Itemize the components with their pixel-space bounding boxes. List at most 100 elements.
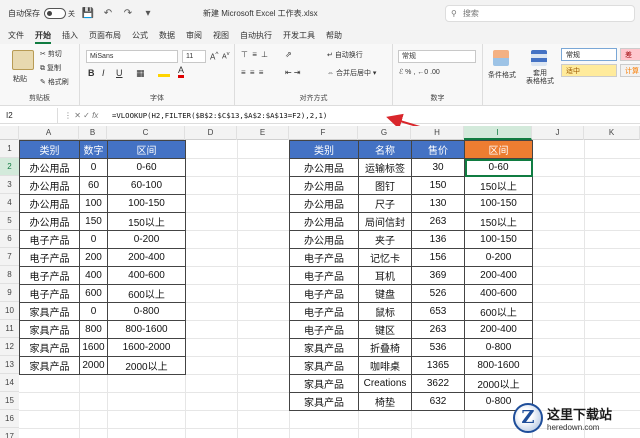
right-table-cell[interactable]: 0-800: [464, 338, 533, 357]
right-table-cell[interactable]: 咖啡桌: [358, 356, 412, 375]
right-header-price[interactable]: 售价: [411, 140, 465, 159]
right-table-cell[interactable]: 家具产品: [289, 356, 359, 375]
right-table-cell[interactable]: 526: [411, 284, 465, 303]
row-header-6[interactable]: 6: [0, 230, 19, 248]
right-table-cell[interactable]: 3622: [411, 374, 465, 393]
left-table-cell[interactable]: 600: [79, 284, 108, 303]
left-table-cell[interactable]: 0: [79, 230, 108, 249]
left-header-category[interactable]: 类别: [19, 140, 80, 159]
right-header-range[interactable]: 区间: [464, 140, 533, 159]
right-table-cell[interactable]: 办公用品: [289, 212, 359, 231]
row-header-1[interactable]: 1: [0, 140, 19, 158]
right-table-cell[interactable]: 耳机: [358, 266, 412, 285]
row-header-16[interactable]: 16: [0, 410, 19, 428]
right-table-cell[interactable]: 100-150: [464, 230, 533, 249]
right-table-cell[interactable]: 130: [411, 194, 465, 213]
right-table-cell[interactable]: 尺子: [358, 194, 412, 213]
right-table-cell[interactable]: 办公用品: [289, 158, 359, 177]
right-table-cell[interactable]: 键盘: [358, 284, 412, 303]
row-header-3[interactable]: 3: [0, 176, 19, 194]
right-table-cell[interactable]: 办公用品: [289, 176, 359, 195]
row-header-15[interactable]: 15: [0, 392, 19, 410]
right-table-cell[interactable]: 电子产品: [289, 284, 359, 303]
column-header-K[interactable]: K: [584, 126, 640, 140]
active-cell-I2[interactable]: 0-60: [464, 158, 533, 177]
column-header-B[interactable]: B: [79, 126, 107, 140]
right-header-category[interactable]: 类别: [289, 140, 359, 159]
right-table-cell[interactable]: 鼠标: [358, 302, 412, 321]
row-header-11[interactable]: 11: [0, 320, 19, 338]
right-table-cell[interactable]: 600以上: [464, 302, 533, 321]
right-table-cell[interactable]: 键区: [358, 320, 412, 339]
left-table-cell[interactable]: 150以上: [107, 212, 186, 231]
left-table-cell[interactable]: 家具产品: [19, 320, 80, 339]
row-header-8[interactable]: 8: [0, 266, 19, 284]
row-header-14[interactable]: 14: [0, 374, 19, 392]
right-table-cell[interactable]: 136: [411, 230, 465, 249]
left-table-cell[interactable]: 1600-2000: [107, 338, 186, 357]
row-header-2[interactable]: 2: [0, 158, 19, 176]
right-table-cell[interactable]: 电子产品: [289, 302, 359, 321]
left-table-cell[interactable]: 100-150: [107, 194, 186, 213]
left-table-cell[interactable]: 0-800: [107, 302, 186, 321]
left-table-cell[interactable]: 电子产品: [19, 248, 80, 267]
row-header-9[interactable]: 9: [0, 284, 19, 302]
right-table-cell[interactable]: 263: [411, 212, 465, 231]
right-table-cell[interactable]: 夹子: [358, 230, 412, 249]
column-header-H[interactable]: H: [411, 126, 464, 140]
column-header-J[interactable]: J: [532, 126, 584, 140]
left-table-cell[interactable]: 0-60: [107, 158, 186, 177]
column-header-F[interactable]: F: [289, 126, 358, 140]
left-table-cell[interactable]: 600以上: [107, 284, 186, 303]
right-table-cell[interactable]: 800-1600: [464, 356, 533, 375]
right-table-cell[interactable]: 150以上: [464, 212, 533, 231]
left-table-cell[interactable]: 0: [79, 158, 108, 177]
left-table-cell[interactable]: 家具产品: [19, 302, 80, 321]
right-table-cell[interactable]: 150以上: [464, 176, 533, 195]
left-table-cell[interactable]: 家具产品: [19, 356, 80, 375]
column-header-C[interactable]: C: [107, 126, 185, 140]
right-table-cell[interactable]: 30: [411, 158, 465, 177]
left-table-cell[interactable]: 2000以上: [107, 356, 186, 375]
right-header-name[interactable]: 名称: [358, 140, 412, 159]
left-table-cell[interactable]: 电子产品: [19, 266, 80, 285]
right-table-cell[interactable]: 632: [411, 392, 465, 411]
row-header-10[interactable]: 10: [0, 302, 19, 320]
left-table-cell[interactable]: 60: [79, 176, 108, 195]
right-table-cell[interactable]: 150: [411, 176, 465, 195]
left-table-cell[interactable]: 150: [79, 212, 108, 231]
right-table-cell[interactable]: 折叠椅: [358, 338, 412, 357]
select-all-corner[interactable]: [0, 126, 19, 140]
row-header-17[interactable]: 17: [0, 428, 19, 438]
right-table-cell[interactable]: 653: [411, 302, 465, 321]
left-table-cell[interactable]: 2000: [79, 356, 108, 375]
right-table-cell[interactable]: 156: [411, 248, 465, 267]
row-header-5[interactable]: 5: [0, 212, 19, 230]
spreadsheet-grid[interactable]: A B C D E F G H I J K 1 2 3 4 5 6 7 8 9 10 11 12 13 1…: [0, 126, 640, 438]
right-table-cell[interactable]: 电子产品: [289, 266, 359, 285]
left-table-cell[interactable]: 200: [79, 248, 108, 267]
right-table-cell[interactable]: 电子产品: [289, 320, 359, 339]
left-table-cell[interactable]: 办公用品: [19, 158, 80, 177]
right-table-cell[interactable]: 100-150: [464, 194, 533, 213]
column-header-E[interactable]: E: [237, 126, 289, 140]
left-table-cell[interactable]: 办公用品: [19, 194, 80, 213]
left-table-cell[interactable]: 400-600: [107, 266, 186, 285]
left-table-cell[interactable]: 0: [79, 302, 108, 321]
left-table-cell[interactable]: 电子产品: [19, 284, 80, 303]
left-header-number[interactable]: 数字: [79, 140, 108, 159]
left-table-cell[interactable]: 电子产品: [19, 230, 80, 249]
left-header-range[interactable]: 区间: [107, 140, 186, 159]
right-table-cell[interactable]: 电子产品: [289, 248, 359, 267]
right-table-cell[interactable]: 家具产品: [289, 392, 359, 411]
row-header-4[interactable]: 4: [0, 194, 19, 212]
right-table-cell[interactable]: 0-200: [464, 248, 533, 267]
row-header-7[interactable]: 7: [0, 248, 19, 266]
right-table-cell[interactable]: 2000以上: [464, 374, 533, 393]
left-table-cell[interactable]: 1600: [79, 338, 108, 357]
right-table-cell[interactable]: 局间信封: [358, 212, 412, 231]
right-table-cell[interactable]: Creations: [358, 374, 412, 393]
left-table-cell[interactable]: 400: [79, 266, 108, 285]
right-table-cell[interactable]: 记忆卡: [358, 248, 412, 267]
row-header-13[interactable]: 13: [0, 356, 19, 374]
